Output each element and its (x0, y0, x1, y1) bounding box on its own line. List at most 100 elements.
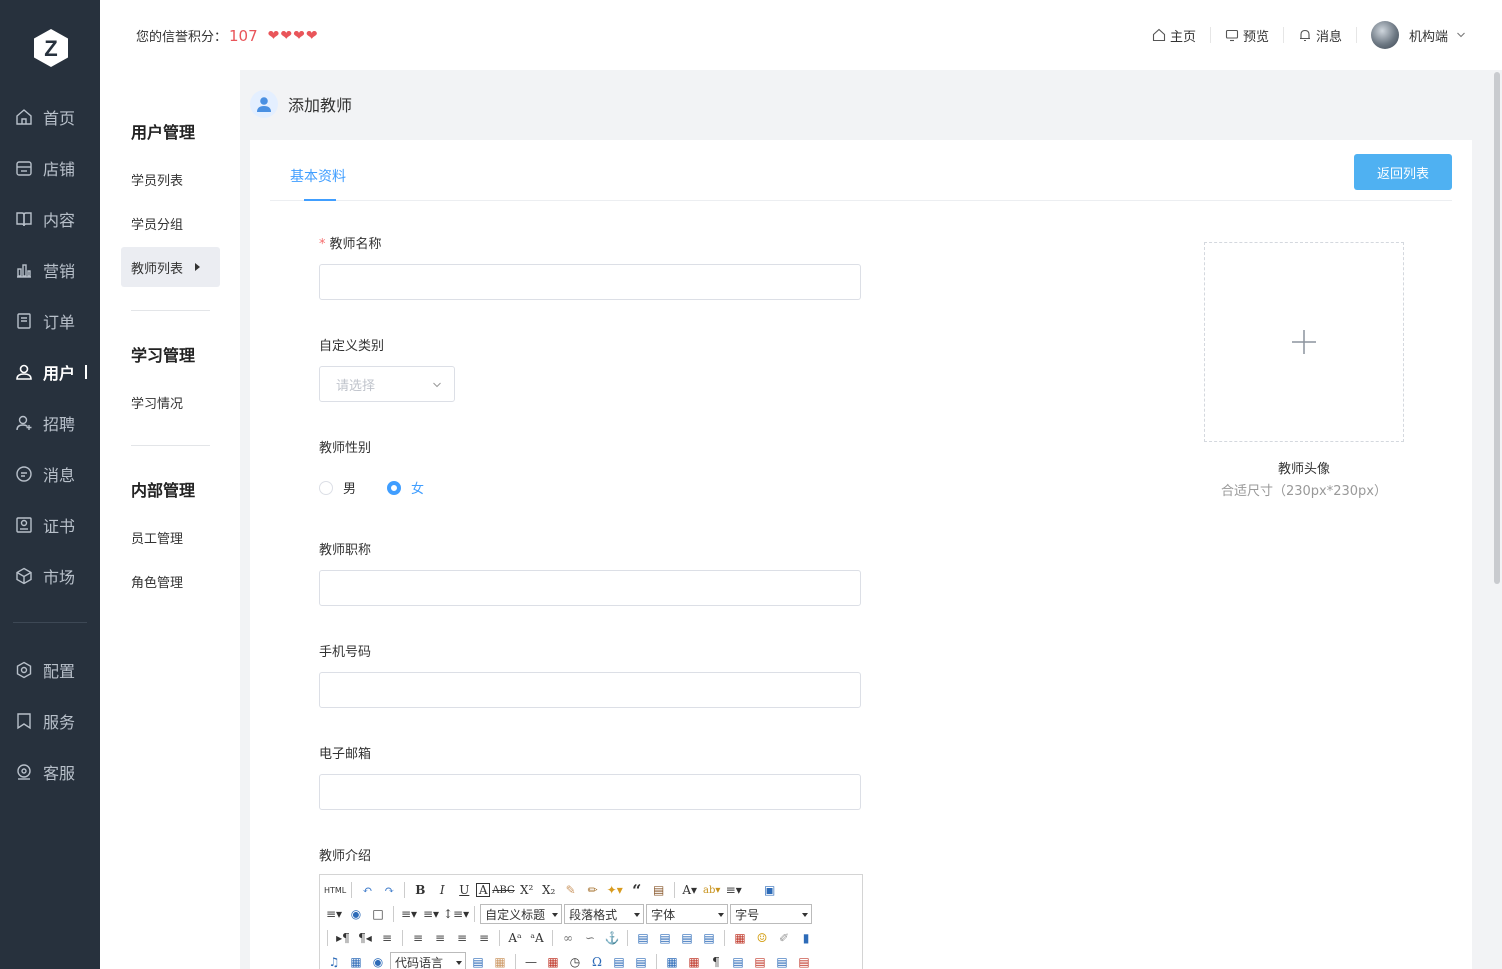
image-right-icon[interactable]: ▤ (677, 928, 697, 948)
unordered-list-icon[interactable]: ≡▾ (324, 904, 344, 924)
font-size-select[interactable]: 字号 (730, 904, 813, 924)
gender-radio-male[interactable]: 男 (319, 478, 356, 497)
ltr-icon[interactable]: ▸¶ (333, 928, 353, 948)
teacher-title-input[interactable] (319, 570, 861, 606)
phone-input[interactable] (319, 672, 861, 708)
music-icon[interactable]: ♫ (324, 952, 344, 969)
paste-plain-icon[interactable]: ▤ (649, 880, 669, 900)
subnav-item-student-groups[interactable]: 学员分组 (131, 214, 183, 233)
image-left-icon[interactable]: ▤ (655, 928, 675, 948)
emoji-icon[interactable]: ☺ (752, 928, 772, 948)
insert-paragraph-icon[interactable]: ¶ (706, 952, 726, 969)
unlink-icon[interactable]: ∽ (580, 928, 600, 948)
delete-row-icon[interactable]: ▤ (750, 952, 770, 969)
nav-item-content[interactable]: 内容 (0, 201, 100, 237)
nav-item-support[interactable]: 客服 (0, 754, 100, 790)
code-language-select[interactable]: 代码语言 (390, 952, 466, 969)
logo-icon[interactable]: Z (33, 28, 69, 68)
horizontal-rule-icon[interactable]: — (521, 952, 541, 969)
lowercase-icon[interactable]: ᵃA (527, 928, 547, 948)
background-icon[interactable]: ▦ (490, 952, 510, 969)
nav-item-orders[interactable]: 订单 (0, 303, 100, 339)
nav-item-settings[interactable]: 配置 (0, 652, 100, 688)
image-none-icon[interactable]: ▤ (633, 928, 653, 948)
avatar-upload[interactable] (1204, 242, 1404, 442)
custom-heading-select[interactable]: 自定义标题 (480, 904, 563, 924)
html-source-button[interactable]: HTML (324, 880, 346, 900)
insert-table-icon[interactable]: ▦ (662, 952, 682, 969)
italic-icon[interactable]: I (432, 880, 452, 900)
align-left-icon[interactable]: ≡ (408, 928, 428, 948)
delete-table-icon[interactable]: ▦ (684, 952, 704, 969)
subnav-item-staff[interactable]: 员工管理 (131, 528, 183, 547)
image-center-icon[interactable]: ▤ (699, 928, 719, 948)
underline-icon[interactable]: U (454, 880, 474, 900)
fullscreen-icon[interactable]: ▣ (760, 880, 780, 900)
insert-row-icon[interactable]: ▤ (728, 952, 748, 969)
wordimage-icon[interactable]: ▤ (609, 952, 629, 969)
paragraph-format-select[interactable]: 段落格式 (564, 904, 645, 924)
nav-item-certificate[interactable]: 证书 (0, 507, 100, 543)
nav-item-marketing[interactable]: 营销 (0, 252, 100, 288)
superscript-icon[interactable]: X² (517, 880, 537, 900)
indent-icon[interactable]: ≡ (377, 928, 397, 948)
anchor-icon[interactable]: ⚓ (602, 928, 622, 948)
align-right-icon[interactable]: ≡ (452, 928, 472, 948)
insert-col-icon[interactable]: ▤ (772, 952, 792, 969)
top-link-preview[interactable]: 预览 (1211, 26, 1283, 45)
undo-icon[interactable]: ↶ (357, 880, 377, 900)
category-select[interactable]: 请选择 (319, 366, 455, 402)
format-brush-icon[interactable]: ✏ (583, 880, 603, 900)
font-family-select[interactable]: 字体 (646, 904, 729, 924)
line-height-icon[interactable]: ↕≡▾ (443, 904, 469, 924)
template-icon[interactable]: ▤ (468, 952, 488, 969)
attachment-icon[interactable]: ▦ (346, 952, 366, 969)
date-icon[interactable]: ▦ (543, 952, 563, 969)
nav-item-service[interactable]: 服务 (0, 703, 100, 739)
insert-image-icon[interactable]: ▦ (730, 928, 750, 948)
nav-item-messages[interactable]: 消息 (0, 456, 100, 492)
nav-item-users[interactable]: 用户 (0, 354, 100, 390)
rtl-icon[interactable]: ¶◂ (355, 928, 375, 948)
tab-basic-info[interactable]: 基本资料 (290, 166, 346, 186)
account-menu[interactable]: 机构端 (1357, 21, 1466, 49)
eraser-icon[interactable]: ✎ (561, 880, 581, 900)
subnav-item-learning[interactable]: 学习情况 (131, 393, 183, 412)
insert-video-icon[interactable]: ▮ (796, 928, 816, 948)
strikethrough-icon[interactable]: ABC (492, 880, 514, 900)
subscript-icon[interactable]: X₂ (539, 880, 559, 900)
nav-item-store[interactable]: 店铺 (0, 150, 100, 186)
align-justify-icon[interactable]: ≡ (474, 928, 494, 948)
subnav-item-students[interactable]: 学员列表 (131, 170, 183, 189)
blockquote-icon[interactable]: “ (627, 880, 647, 900)
top-link-messages[interactable]: 消息 (1284, 26, 1356, 45)
align-center-icon[interactable]: ≡ (430, 928, 450, 948)
highlight-icon[interactable]: ab▾ (702, 880, 722, 900)
time-icon[interactable]: ◷ (565, 952, 585, 969)
page-break-icon[interactable]: □ (368, 904, 388, 924)
uppercase-icon[interactable]: Aᵃ (505, 928, 525, 948)
teacher-name-input[interactable] (319, 264, 861, 300)
nav-item-home[interactable]: 首页 (0, 99, 100, 135)
subnav-item-teachers[interactable]: 教师列表 (121, 247, 220, 287)
scrawl-icon[interactable]: ✐ (774, 928, 794, 948)
map-icon[interactable]: ◉ (368, 952, 388, 969)
delete-col-icon[interactable]: ▤ (794, 952, 814, 969)
auto-format-icon[interactable]: ✦▾ (605, 880, 625, 900)
gender-radio-female[interactable]: 女 (387, 478, 424, 497)
insert-frame-icon[interactable]: ◉ (346, 904, 366, 924)
subnav-item-roles[interactable]: 角色管理 (131, 572, 183, 591)
page-scrollbar[interactable] (1494, 72, 1500, 584)
font-border-icon[interactable]: A (476, 883, 491, 897)
email-input[interactable] (319, 774, 861, 810)
print-icon[interactable]: ▤ (631, 952, 651, 969)
nav-item-recruit[interactable]: 招聘 (0, 405, 100, 441)
row-spacing-top-icon[interactable]: ≡▾ (399, 904, 419, 924)
nav-item-market[interactable]: 市场 (0, 558, 100, 594)
redo-icon[interactable]: ↷ (379, 880, 399, 900)
link-icon[interactable]: ∞ (558, 928, 578, 948)
font-color-icon[interactable]: A▾ (680, 880, 700, 900)
top-link-home[interactable]: 主页 (1138, 26, 1210, 45)
ordered-list-icon[interactable]: ≡▾ (724, 880, 744, 900)
back-to-list-button[interactable]: 返回列表 (1354, 154, 1452, 190)
